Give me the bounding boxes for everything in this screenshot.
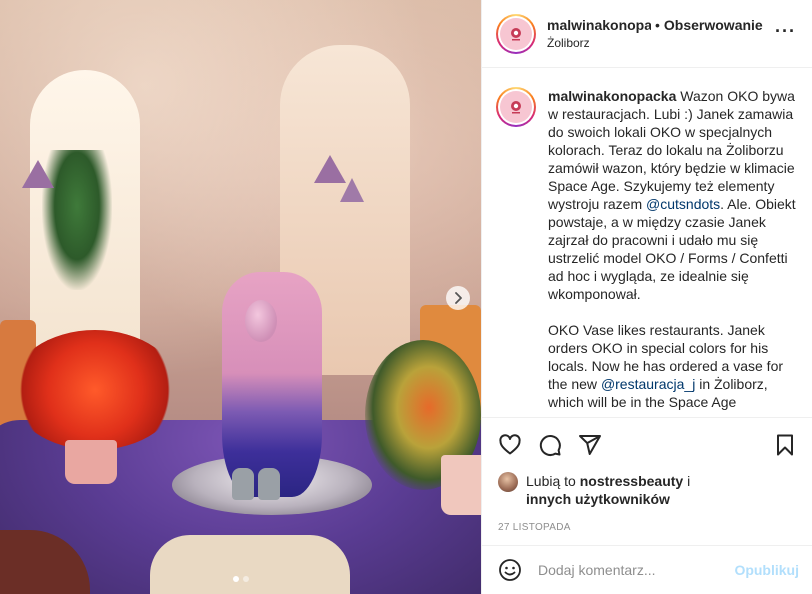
carousel-next-button[interactable] — [446, 286, 470, 310]
liker-username[interactable]: nostressbeauty — [580, 473, 683, 489]
caption-username[interactable]: malwinakonopacka — [548, 88, 676, 104]
mention-link[interactable]: @restauracja_j — [601, 376, 695, 392]
comment-icon[interactable] — [538, 433, 562, 457]
comment-input[interactable] — [538, 562, 735, 578]
vase-eye — [245, 300, 277, 342]
action-icons — [498, 430, 797, 460]
carousel-dot-active — [232, 576, 239, 582]
comments-section[interactable]: malwinakonopacka Wazon OKO bywa w restau… — [482, 69, 812, 417]
likes-prefix: Lubią to — [526, 473, 580, 489]
separator-dot: • — [655, 17, 660, 33]
poinsettia-left — [10, 330, 180, 450]
post-side-panel: malwinakonopacka • Obserwowanie Żoliborz… — [481, 0, 812, 594]
salt-shaker — [232, 468, 254, 500]
brand-logo-icon — [511, 27, 521, 40]
liker-avatar[interactable] — [498, 472, 518, 492]
brand-logo-icon — [511, 101, 521, 114]
post-author-username[interactable]: malwinakonopacka — [547, 17, 651, 33]
carousel-dot — [242, 576, 249, 582]
chair-cushion — [150, 535, 350, 594]
following-button[interactable]: Obserwowanie — [664, 17, 763, 33]
caption-text-pl: Wazon OKO bywa w restauracjach. Lubi :) … — [548, 88, 795, 212]
post-image[interactable] — [0, 0, 481, 594]
post-location[interactable]: Żoliborz — [547, 36, 763, 50]
pendant-lamp — [22, 160, 54, 188]
likes-mid: i — [683, 473, 691, 489]
chevron-right-icon — [455, 292, 462, 304]
heart-icon[interactable] — [498, 433, 522, 457]
pendant-lamp — [340, 178, 364, 202]
bookmark-icon[interactable] — [773, 433, 797, 457]
caption-avatar[interactable] — [496, 87, 536, 127]
likes-others-link[interactable]: innych użytkowników — [526, 491, 670, 507]
carousel-indicator — [0, 576, 481, 582]
post-caption: malwinakonopacka Wazon OKO bywa w restau… — [548, 87, 799, 417]
avatar[interactable] — [496, 13, 536, 54]
flower-pot-right — [441, 455, 481, 515]
add-comment-bar: Opublikuj — [482, 545, 812, 594]
post-date[interactable]: 27 LISTOPADA — [498, 522, 797, 533]
share-icon[interactable] — [578, 433, 602, 457]
post-header: malwinakonopacka • Obserwowanie Żoliborz… — [482, 0, 812, 68]
emoji-icon[interactable] — [498, 558, 522, 582]
flower-pot-left — [65, 440, 117, 484]
likes-summary: Lubią to nostressbeauty i innych użytkow… — [498, 472, 797, 508]
post-actions: Lubią to nostressbeauty i innych użytkow… — [482, 417, 812, 533]
caption-row: malwinakonopacka Wazon OKO bywa w restau… — [496, 87, 799, 417]
mention-link[interactable]: @cutsndots — [646, 196, 720, 212]
publish-comment-button[interactable]: Opublikuj — [734, 562, 799, 578]
more-options-icon[interactable]: ··· — [775, 22, 796, 40]
pepper-shaker — [258, 468, 280, 500]
